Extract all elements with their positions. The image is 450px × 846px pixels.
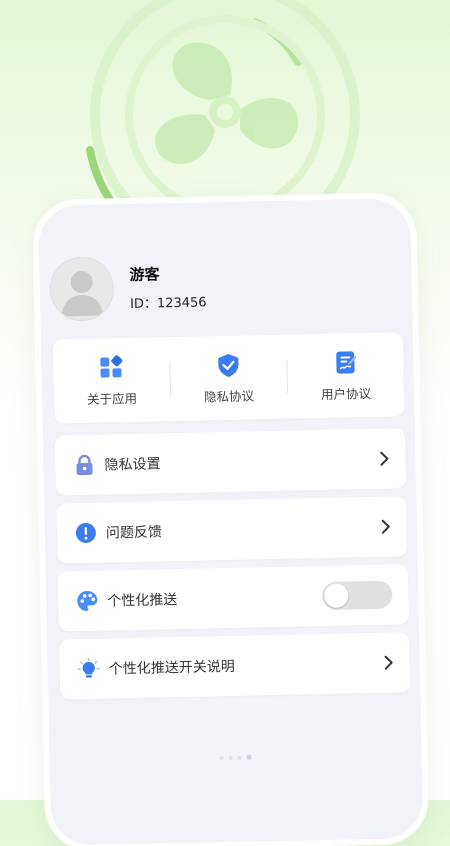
palette-icon <box>76 590 98 612</box>
feedback-item[interactable]: 问题反馈 <box>56 496 407 563</box>
page-dot <box>238 755 242 759</box>
page-dot-active <box>247 755 252 760</box>
about-app-button[interactable]: 关于应用 <box>53 353 170 408</box>
avatar[interactable] <box>49 256 114 321</box>
document-sign-icon <box>332 349 359 376</box>
privacy-settings-item[interactable]: 隐私设置 <box>55 428 406 495</box>
shield-check-icon <box>215 351 242 378</box>
page-dot <box>220 756 224 760</box>
push-switch-explanation-item[interactable]: 个性化推送开关说明 <box>59 632 410 699</box>
apps-icon <box>98 354 125 381</box>
privacy-agreement-label: 隐私协议 <box>204 385 254 405</box>
user-id: ID：123456 <box>130 291 207 312</box>
page-indicator <box>220 755 252 761</box>
chevron-right-icon <box>379 451 389 467</box>
feedback-label: 问题反馈 <box>106 517 381 543</box>
about-app-label: 关于应用 <box>87 387 137 407</box>
privacy-settings-label: 隐私设置 <box>104 449 379 475</box>
lock-icon <box>73 454 95 476</box>
push-switch-explanation-label: 个性化推送开关说明 <box>109 653 384 679</box>
privacy-agreement-button[interactable]: 隐私协议 <box>170 350 287 405</box>
user-agreement-button[interactable]: 用户协议 <box>287 348 404 403</box>
chevron-right-icon <box>381 519 391 535</box>
toggle-knob <box>324 583 348 607</box>
personalized-push-label: 个性化推送 <box>107 586 322 610</box>
profile-header: 游客 ID：123456 <box>49 254 207 321</box>
personalized-push-item: 个性化推送 <box>58 564 409 631</box>
chevron-right-icon <box>384 655 394 671</box>
personalized-push-toggle[interactable] <box>322 581 393 610</box>
exclamation-icon <box>75 522 97 544</box>
page-dot <box>229 755 233 759</box>
user-agreement-label: 用户协议 <box>321 382 371 402</box>
profile-panel: 游客 ID：123456 关于应用 隐私协议 <box>38 198 423 846</box>
user-silhouette-icon <box>50 257 113 320</box>
lightbulb-icon <box>78 658 100 680</box>
quick-links-card: 关于应用 隐私协议 用户协议 <box>53 332 405 423</box>
user-name: 游客 <box>129 262 206 285</box>
